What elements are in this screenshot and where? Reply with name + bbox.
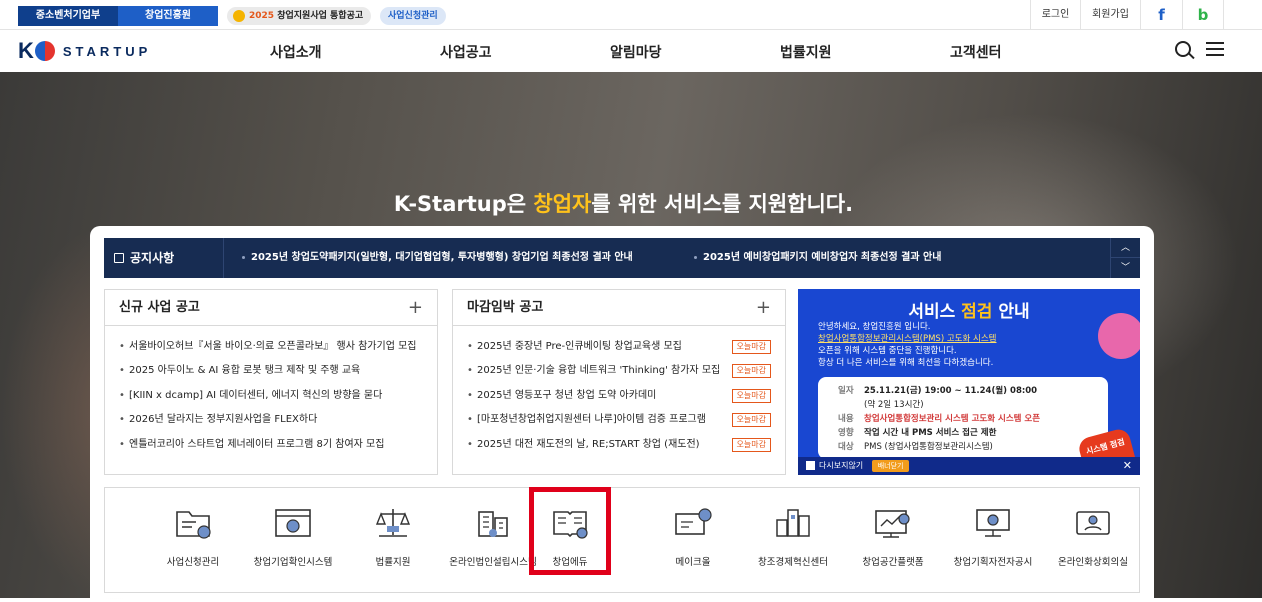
list-item[interactable]: 2025 아두이노 & AI 융합 로봇 탱크 제작 및 주행 교육: [119, 359, 423, 383]
facebook-icon[interactable]: f: [1140, 0, 1182, 30]
space-chart-icon: [875, 510, 910, 538]
book-icon: [553, 511, 588, 539]
business-apply-pill[interactable]: 사업신청관리: [380, 7, 446, 25]
join-link[interactable]: 회원가입: [1080, 0, 1140, 30]
checkbox[interactable]: [806, 461, 815, 470]
chevron-up-icon[interactable]: ︿: [1111, 238, 1140, 258]
due-today-badge: 오늘마감: [731, 413, 771, 428]
notice-ticker: 공지사항 2025년 창업도약패키지(일반형, 대기업협업형, 투자병행형) 창…: [104, 238, 1140, 278]
close-icon[interactable]: ✕: [1123, 457, 1132, 475]
list-item[interactable]: 2025년 영등포구 청년 창업 도약 아카데미오늘마감: [467, 384, 771, 408]
monitor-gear-icon: [675, 508, 712, 535]
scales-icon: [375, 509, 411, 537]
building-icon: [478, 511, 508, 537]
quick-link-startup-edu[interactable]: 창업에듀: [529, 487, 611, 575]
search-icon[interactable]: [1175, 41, 1191, 57]
due-today-badge: 오늘마감: [731, 437, 771, 452]
due-today-badge: 오늘마감: [731, 364, 771, 379]
monitor-check-icon: [275, 509, 311, 537]
mss-link[interactable]: 중소벤처기업부: [18, 6, 118, 26]
kised-link[interactable]: 창업진흥원: [118, 6, 218, 26]
banner-title: 서비스 점검 안내: [908, 302, 1030, 322]
blog-icon[interactable]: b: [1182, 0, 1224, 30]
list-item[interactable]: 서울바이오허브『서울 바이오·의료 오픈콜라보』 행사 참가기업 모집: [119, 335, 423, 359]
main-nav: K STARTUP 사업소개 사업공고 알림마당 법률지원 고객센터: [0, 30, 1262, 72]
deadline-list: 2025년 중장년 Pre-인큐베이팅 창업교육생 모집오늘마감 2025년 인…: [453, 326, 785, 457]
quick-link-video-meeting[interactable]: 온라인화상회의실: [1043, 488, 1143, 594]
login-link[interactable]: 로그인: [1030, 0, 1080, 30]
notice-item[interactable]: 2025년 창업도약패키지(일반형, 대기업협업형, 투자병행형) 창업기업 최…: [242, 238, 682, 278]
due-today-badge: 오늘마감: [731, 388, 771, 403]
integrated-notice-pill[interactable]: 2025 창업지원사업 통합공고: [227, 7, 372, 25]
plus-icon[interactable]: +: [408, 290, 423, 326]
presentation-icon: [976, 509, 1010, 537]
quick-link-planner-disclosure[interactable]: 창업기획자전자공시: [943, 488, 1043, 594]
chevron-down-icon[interactable]: ﹀: [1111, 258, 1140, 278]
menu-news[interactable]: 알림마당: [610, 42, 662, 62]
logo-text: STARTUP: [62, 43, 152, 59]
deadline-box: 마감임박 공고+ 2025년 중장년 Pre-인큐베이팅 창업교육생 모집오늘마…: [452, 289, 786, 475]
list-item[interactable]: 2025년 중장년 Pre-인큐베이팅 창업교육생 모집오늘마감: [467, 335, 771, 359]
hamburger-menu-icon[interactable]: [1206, 42, 1224, 56]
menu-business-notice[interactable]: 사업공고: [440, 42, 492, 62]
bulb-icon: [233, 10, 245, 22]
notice-text: 창업지원사업 통합공고: [277, 11, 364, 21]
menu-business-intro[interactable]: 사업소개: [270, 42, 322, 62]
hero-title: K-Startup은 창업자를 위한 서비스를 지원합니다.: [393, 192, 854, 216]
banner-intro: 안녕하세요, 창업진흥원 입니다. 창업사업통합정보관리시스템(PMS) 고도화…: [818, 322, 997, 368]
quick-link-makeall[interactable]: 메이크올: [643, 488, 743, 594]
menu-customer-center[interactable]: 고객센터: [950, 42, 1002, 62]
plus-icon[interactable]: +: [756, 290, 771, 326]
banner-detail-card: 일자 25.11.21(금) 19:00 ~ 11.24(월) 08:00 (약 …: [818, 377, 1108, 459]
list-item[interactable]: 2025년 인문·기술 융합 네트워크 'Thinking' 참가자 모집오늘마…: [467, 359, 771, 384]
list-item[interactable]: 2026년 달라지는 정부지원사업을 FLEX하다: [119, 408, 423, 432]
new-business-box: 신규 사업 공고+ 서울바이오허브『서울 바이오·의료 오픈콜라보』 행사 참가…: [104, 289, 438, 475]
no-show-label[interactable]: 다시보지않기: [819, 461, 863, 470]
banner-footer: 다시보지않기 배너닫기 ✕: [798, 457, 1140, 475]
notice-item[interactable]: 2025년 예비창업패키지 예비창업자 최종선정 결과 안내: [694, 238, 941, 278]
quick-link-creative-economy[interactable]: 창조경제혁신센터: [743, 488, 843, 594]
city-icon: [776, 509, 810, 537]
top-utility-bar: 중소벤처기업부 창업진흥원 2025 창업지원사업 통합공고 사업신청관리 로그…: [0, 0, 1262, 30]
quick-link-startup-check[interactable]: 창업기업확인시스템: [243, 488, 343, 594]
quick-link-legal[interactable]: 법률지원: [343, 488, 443, 594]
main-panel: 공지사항 2025년 창업도약패키지(일반형, 대기업협업형, 투자병행형) 창…: [90, 226, 1154, 598]
list-item[interactable]: 2025년 대전 재도전의 날, RE;START 창업 (재도전)오늘마감: [467, 433, 771, 457]
deadline-title: 마감임박 공고 +: [453, 290, 785, 326]
quick-link-online-incorporation[interactable]: 온라인법인설립시스템: [443, 488, 543, 594]
logo-k: K: [18, 38, 34, 63]
logo-circle-icon: [34, 41, 55, 61]
notice-arrows: ︿ ﹀: [1110, 238, 1140, 278]
close-banner-button[interactable]: 배너닫기: [871, 460, 910, 472]
folder-edit-icon: [176, 511, 211, 539]
list-item[interactable]: 엔틀러코리아 스타트업 제너레이터 프로그램 8기 참여자 모집: [119, 433, 423, 457]
notice-year: 2025: [249, 11, 275, 21]
due-today-badge: 오늘마감: [731, 340, 771, 354]
quick-links: 사업신청관리 창업기업확인시스템 법률지원 온라인법인설립시스템 창업에듀 메이…: [104, 487, 1140, 593]
speaker-icon: [114, 253, 124, 263]
service-maintenance-banner[interactable]: 서비스 점검 안내 안녕하세요, 창업진흥원 입니다. 창업사업통합정보관리시스…: [798, 289, 1140, 475]
list-item[interactable]: [마포청년창업취업지원센터 나루]아이템 검증 프로그램오늘마감: [467, 408, 771, 433]
kstartup-logo[interactable]: K STARTUP: [18, 38, 152, 63]
notice-label[interactable]: 공지사항: [104, 238, 224, 278]
video-meeting-icon: [1076, 511, 1110, 535]
menu-legal[interactable]: 법률지원: [780, 42, 832, 62]
list-item[interactable]: [KIIN x dcamp] AI 데이터센터, 에너지 혁신의 방향을 묻다: [119, 384, 423, 408]
new-business-title: 신규 사업 공고 +: [105, 290, 437, 326]
new-business-list: 서울바이오허브『서울 바이오·의료 오픈콜라보』 행사 참가기업 모집 2025…: [105, 326, 437, 457]
quick-link-space-platform[interactable]: 창업공간플랫폼: [843, 488, 943, 594]
quick-link-business-apply[interactable]: 사업신청관리: [143, 488, 243, 594]
